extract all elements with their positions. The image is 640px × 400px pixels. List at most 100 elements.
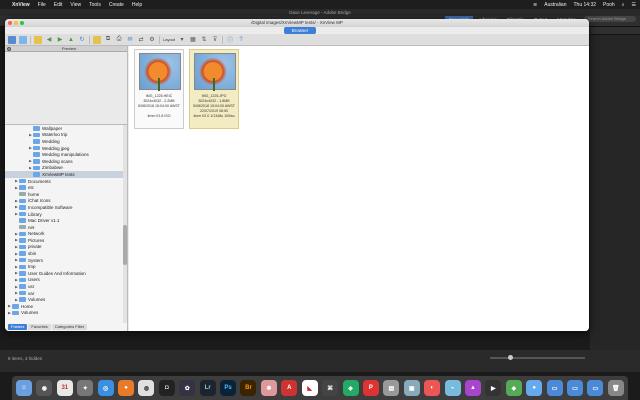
lightroom-icon[interactable]: Lr	[199, 380, 216, 396]
tree-item[interactable]: ▶ iChat Icons	[5, 198, 127, 205]
tree-item[interactable]: ▶ Users	[5, 277, 127, 284]
email-icon[interactable]: ✉	[126, 36, 134, 44]
chevron-down-icon[interactable]: ▾	[178, 36, 186, 44]
refresh-icon[interactable]: ↻	[78, 36, 86, 44]
tree-item[interactable]: Wedding manipulations	[5, 151, 127, 158]
photos-icon[interactable]: ✿	[179, 380, 196, 396]
copy-icon[interactable]: ⧉	[104, 36, 112, 44]
settings-icon[interactable]: ⚙	[148, 36, 156, 44]
back-icon[interactable]: ◀	[45, 36, 53, 44]
zoom-icon[interactable]	[20, 21, 24, 25]
clock[interactable]: Thu 14:32	[573, 2, 596, 8]
tab-folders[interactable]: Folders	[8, 324, 28, 330]
tab-favorites[interactable]: Favorites	[28, 324, 51, 330]
menu-tools[interactable]: Tools	[89, 2, 101, 8]
app-icon[interactable]: ◐	[424, 380, 441, 396]
preview-app-icon[interactable]: ▣	[403, 380, 420, 396]
info-icon[interactable]: ⓘ	[226, 36, 234, 44]
app-icon[interactable]: ◒	[444, 380, 461, 396]
photoshop-icon[interactable]: Ps	[220, 380, 237, 396]
app-icon[interactable]: ◈	[342, 380, 359, 396]
tree-item[interactable]: home	[5, 191, 127, 198]
menu-help[interactable]: Help	[132, 2, 142, 8]
tree-item[interactable]: ▶ tmp	[5, 263, 127, 270]
tree-item[interactable]: ▶ User Guides And Information	[5, 270, 127, 277]
app-icon[interactable]: ⌘	[322, 380, 339, 396]
folder-icon[interactable]: ▭	[587, 380, 604, 396]
browser-icon[interactable]	[8, 35, 16, 44]
tree-item[interactable]: Mac Driver v1.1	[5, 217, 127, 224]
app-icon[interactable]: ✱	[260, 380, 277, 396]
tree-item[interactable]: ▶ Waterloo trip	[5, 132, 127, 139]
sort-icon[interactable]: ⇅	[200, 36, 208, 44]
folder-icon[interactable]: ▭	[546, 380, 563, 396]
tree-item[interactable]: ▶ Documents	[5, 178, 127, 185]
camera-icon[interactable]: ◘	[158, 380, 175, 396]
safari-icon[interactable]: ◎	[97, 380, 114, 396]
tree-item[interactable]: ▶ Wedding jpeg	[5, 145, 127, 152]
tree-item[interactable]: ▶ usr	[5, 283, 127, 290]
slider-knob[interactable]	[508, 355, 513, 360]
app-icon[interactable]: ▤	[383, 380, 400, 396]
tree-item[interactable]: ▶ etc	[5, 184, 127, 191]
help-icon[interactable]: ?	[237, 36, 245, 44]
menu-app-name[interactable]: XnView	[12, 2, 30, 8]
tree-item[interactable]: Wallpaper	[5, 125, 127, 132]
menu-edit[interactable]: Edit	[54, 2, 63, 8]
tree-item[interactable]: ▶ Library	[5, 211, 127, 218]
siri-icon[interactable]: ◉	[36, 380, 53, 396]
tree-item[interactable]: net	[5, 224, 127, 231]
tree-item[interactable]: ▶ private	[5, 244, 127, 251]
close-panel-icon[interactable]: ×	[7, 46, 11, 51]
tree-scrollbar[interactable]	[123, 125, 127, 323]
firefox-icon[interactable]: ●	[118, 380, 135, 396]
input-source-label[interactable]: Australian	[544, 2, 566, 8]
tree-item[interactable]: ▶ Wedding scans	[5, 158, 127, 165]
thumbnail-item-selected[interactable]: IMG_1225.JPG 3024x4032 - 1.8MB 5/08/2018…	[189, 49, 239, 129]
filter-icon[interactable]: ⊽	[211, 36, 219, 44]
tree-item[interactable]: ▶ var	[5, 290, 127, 297]
menu-list-icon[interactable]: ☰	[632, 2, 636, 8]
app-icon[interactable]: P	[362, 380, 379, 396]
app-icon[interactable]: ▲	[464, 380, 481, 396]
bridge-thumbnail-slider[interactable]	[490, 355, 585, 360]
minimize-icon[interactable]	[14, 21, 18, 25]
view-mode-icon[interactable]: ▦	[189, 36, 197, 44]
menu-view[interactable]: View	[70, 2, 81, 8]
up-icon[interactable]: ▲	[67, 36, 75, 44]
search-icon[interactable]: ⌕	[622, 2, 625, 8]
tree-item[interactable]: ▶ System	[5, 257, 127, 264]
trash-icon[interactable]: 🗑	[607, 380, 624, 396]
tree-item[interactable]: ▶ sbin	[5, 250, 127, 257]
tree-item[interactable]: ▶ Pictures	[5, 237, 127, 244]
thumbnail-item[interactable]: IMG_1225.HEIC 3024x4032 - 2.2MB 5/08/201…	[134, 49, 184, 129]
tab-categories-filter[interactable]: Categories Filter	[51, 324, 88, 330]
convert-icon[interactable]: ⇄	[137, 36, 145, 44]
tree-item[interactable]: XnViewMP tests	[5, 171, 127, 178]
menu-create[interactable]: Create	[109, 2, 124, 8]
user-name[interactable]: Pooh	[603, 2, 615, 8]
app-icon[interactable]: ▶	[485, 380, 502, 396]
wifi-icon[interactable]: ≋	[533, 2, 537, 8]
layout-button[interactable]: Layout	[163, 37, 175, 42]
tree-item[interactable]: ▶ Incompatible Software	[5, 204, 127, 211]
acrobat-icon[interactable]: A	[281, 380, 298, 396]
app-icon[interactable]: ◆	[505, 380, 522, 396]
scrollbar-thumb[interactable]	[123, 225, 127, 265]
bridge-search-input[interactable]: Search Adobe Bridge	[584, 16, 636, 22]
bridge-icon[interactable]: Br	[240, 380, 257, 396]
forward-icon[interactable]: ▶	[56, 36, 64, 44]
folder-icon[interactable]	[34, 35, 42, 44]
print-icon[interactable]: ⎙	[115, 36, 123, 44]
tab-browser[interactable]: Browser	[284, 27, 316, 34]
tree-item[interactable]: ▶ Volumes	[5, 296, 127, 303]
tree-item[interactable]: ▶ Network	[5, 231, 127, 238]
tree-item[interactable]: Wedding	[5, 138, 127, 145]
tree-item[interactable]: ▶ Home	[5, 303, 127, 310]
chrome-icon[interactable]: ◍	[138, 380, 155, 396]
new-folder-icon[interactable]	[93, 35, 101, 44]
calendar-icon[interactable]: 31	[56, 380, 73, 396]
finder-icon[interactable]: ☺	[16, 380, 32, 396]
folder-icon[interactable]: ▭	[566, 380, 583, 396]
tree-item[interactable]: ▶ Zimbabwe	[5, 165, 127, 172]
